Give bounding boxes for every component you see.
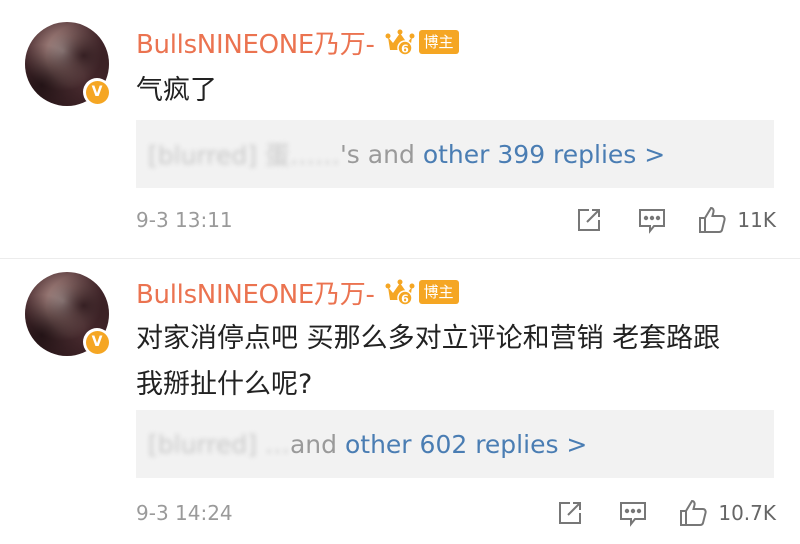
avatar[interactable]: V <box>25 22 111 106</box>
replies-preview[interactable]: [blurred] 蛋…… 's and other 399 replies > <box>136 120 774 188</box>
crown-icon: 6 <box>385 27 415 57</box>
replies-tail-text: a <box>289 429 306 459</box>
comment-header: BullsNINEONE乃万- 6 博主 <box>136 24 459 60</box>
comment-icon[interactable] <box>637 206 667 234</box>
svg-text:6: 6 <box>401 293 409 306</box>
comment-text-line: 对家消停点吧 买那么多对立评论和营销 老套路跟 <box>136 323 721 354</box>
replies-tail-text: 's and <box>339 139 415 169</box>
svg-text:6: 6 <box>401 43 409 56</box>
author-badge: 博主 <box>418 30 459 54</box>
comment-footer: 9-3 13:11 11K <box>136 200 776 240</box>
crown-icon: 6 <box>385 277 415 307</box>
like-icon <box>697 205 727 235</box>
comment-item: V BullsNINEONE乃万- 6 博主 气疯了 [blurred] 蛋……… <box>0 0 800 255</box>
verified-badge-icon: V <box>83 78 111 106</box>
timestamp: 9-3 14:24 <box>136 501 233 525</box>
comment-actions: 11K <box>575 200 776 240</box>
verified-badge-icon: V <box>83 328 111 356</box>
username[interactable]: BullsNINEONE乃万- <box>136 274 375 311</box>
replies-preview[interactable]: [blurred] … a nd other 602 replies > <box>136 410 774 478</box>
like-button[interactable]: 11K <box>697 205 776 235</box>
more-replies-link[interactable]: other 602 replies > <box>345 430 587 459</box>
share-icon[interactable] <box>556 499 584 527</box>
comment-item: V BullsNINEONE乃万- 6 博主 对家消停点吧 买那么多对立评论和营… <box>0 260 800 544</box>
more-replies-link[interactable]: other 399 replies > <box>423 140 665 169</box>
like-count: 11K <box>737 208 776 232</box>
avatar[interactable]: V <box>25 272 111 356</box>
comment-header: BullsNINEONE乃万- 6 博主 <box>136 274 459 310</box>
comment-text-line: 我掰扯什么呢? <box>136 369 313 400</box>
comment-text: 气疯了 <box>136 75 217 106</box>
comment-footer: 9-3 14:24 10.7K <box>136 493 776 533</box>
timestamp: 9-3 13:11 <box>136 208 233 232</box>
author-badge: 博主 <box>418 280 459 304</box>
blurred-reply-preview: [blurred] … <box>148 429 290 459</box>
like-button[interactable]: 10.7K <box>678 498 776 528</box>
comment-actions: 10.7K <box>556 493 776 533</box>
comment-text: 对家消停点吧 买那么多对立评论和营销 老套路跟 我掰扯什么呢? <box>136 316 786 408</box>
username[interactable]: BullsNINEONE乃万- <box>136 24 375 61</box>
divider <box>0 258 800 259</box>
comment-icon[interactable] <box>618 499 648 527</box>
replies-tail-text: nd <box>305 429 337 459</box>
like-count: 10.7K <box>718 501 776 525</box>
blurred-reply-preview: [blurred] 蛋…… <box>148 141 340 170</box>
like-icon <box>678 498 708 528</box>
share-icon[interactable] <box>575 206 603 234</box>
